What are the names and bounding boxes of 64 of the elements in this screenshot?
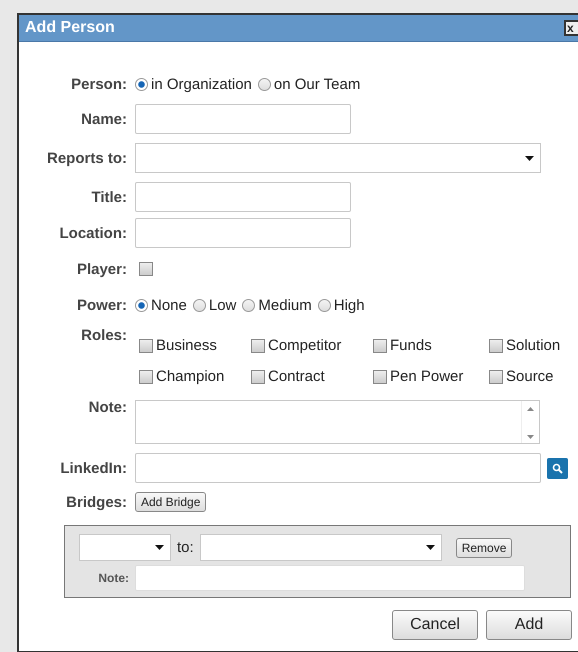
note-textarea[interactable] [135,400,540,444]
option-label: Low [208,296,236,314]
option-label: Medium [258,296,312,314]
to-label: to: [177,539,194,556]
field-label: Roles: [80,326,127,344]
radio-button[interactable] [135,78,148,90]
field-label: Reports to: [46,150,127,166]
window-title: Add Person [25,19,115,37]
field-label: Bridges: [65,494,127,510]
field-label: LinkedIn: [59,460,127,476]
input-field[interactable] [135,565,525,591]
field-label: Person: [70,76,127,92]
dropdown[interactable] [135,143,541,173]
input-field[interactable] [135,453,541,483]
input-field[interactable] [135,218,351,248]
checkbox[interactable] [373,338,387,352]
option-label: Source [506,368,554,385]
dialog-button[interactable]: Add [486,610,572,640]
radio-button[interactable] [258,78,271,90]
radio-button[interactable] [242,298,256,312]
input-field[interactable] [135,182,351,212]
search-icon [552,462,563,474]
add-bridge-button[interactable]: Add Bridge [135,492,206,512]
option-label: in Organization [151,76,252,92]
checkbox[interactable] [139,338,153,352]
dropdown[interactable] [200,534,442,561]
option-label: Pen Power [390,368,464,385]
option-label: None [151,296,187,314]
checkbox[interactable] [139,262,153,276]
close-button[interactable]: x [564,20,578,36]
dialog-button[interactable]: Cancel [392,610,478,640]
scroll-down-icon [527,435,534,439]
option-label: Funds [390,337,432,354]
option-label: High [334,296,365,314]
option-label: on Our Team [274,76,360,92]
field-label: Title: [90,188,127,206]
field-label: Note: [88,398,127,416]
radio-button[interactable] [318,298,331,312]
field-label: Power: [76,296,127,314]
option-label: Solution [506,337,560,354]
search-button[interactable] [547,458,568,478]
field-label: Location: [58,224,127,242]
checkbox[interactable] [373,370,387,384]
radio-button[interactable] [135,298,148,312]
caret-icon [426,545,435,550]
radio-button[interactable] [192,298,206,312]
scroll-up-icon [527,407,534,411]
checkbox[interactable] [251,338,265,352]
checkbox[interactable] [139,370,153,384]
input-field[interactable] [135,104,351,134]
caret-icon [155,545,164,550]
option-label: Business [156,337,217,354]
field-label: Name: [80,110,127,128]
note-label: Note: [97,571,129,585]
checkbox[interactable] [489,370,503,384]
checkbox[interactable] [251,370,265,384]
remove-button[interactable]: Remove [456,538,512,558]
field-label: Player: [76,260,127,278]
checkbox[interactable] [489,338,503,352]
option-label: Contract [268,368,325,385]
option-label: Competitor [268,337,342,354]
option-label: Champion [156,368,224,385]
dropdown[interactable] [79,534,171,561]
caret-icon [525,156,534,160]
